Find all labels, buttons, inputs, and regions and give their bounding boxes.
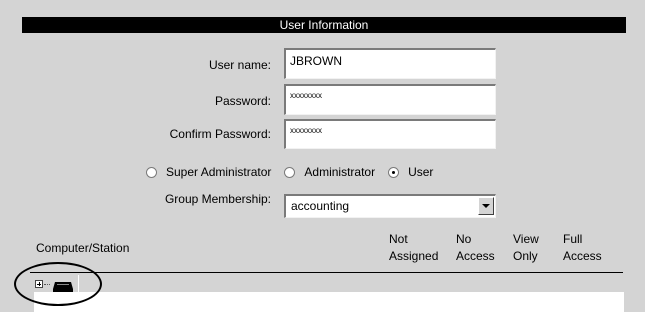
highlight-circle-annotation: [14, 262, 102, 306]
table-divider: [30, 272, 623, 273]
password-label: Password:: [214, 94, 271, 108]
group-membership-select[interactable]: accounting: [284, 194, 496, 218]
radio-unchecked-icon[interactable]: [146, 166, 157, 178]
column-header-computer-station: Computer/Station: [36, 241, 130, 255]
dropdown-arrow-icon[interactable]: [478, 197, 494, 215]
radio-label: User: [408, 165, 434, 179]
group-membership-value: accounting: [291, 199, 350, 213]
column-header-line2: Assigned: [389, 249, 439, 263]
column-header-line1: Full: [563, 232, 583, 246]
column-header-line2: Access: [563, 249, 602, 263]
user-information-panel: User Information User name: JBROWN Passw…: [0, 0, 645, 312]
group-membership-label: Group Membership:: [164, 192, 271, 206]
username-label: User name:: [208, 58, 271, 72]
confirm-password-field[interactable]: xxxxxxxx: [284, 119, 496, 149]
username-field[interactable]: JBROWN: [284, 48, 496, 79]
radio-user[interactable]: User: [388, 165, 433, 179]
column-header-line1: View: [513, 232, 539, 246]
column-header-full-access: Full Access: [563, 231, 602, 265]
column-header-line2: Access: [456, 249, 495, 263]
password-field[interactable]: xxxxxxxx: [284, 84, 496, 115]
column-header-view-only: View Only: [513, 231, 539, 265]
column-header-line2: Only: [513, 249, 538, 263]
radio-checked-icon[interactable]: [388, 166, 400, 178]
radio-super-administrator[interactable]: Super Administrator: [146, 165, 271, 179]
computer-station-list[interactable]: [34, 292, 624, 312]
radio-label: Administrator: [304, 165, 376, 179]
column-header-not-assigned: Not Assigned: [389, 231, 438, 265]
column-header-line1: No: [456, 232, 472, 246]
confirm-password-label: Confirm Password:: [169, 127, 271, 141]
radio-label: Super Administrator: [166, 165, 272, 179]
section-header: User Information: [22, 17, 626, 33]
section-title: User Information: [279, 18, 369, 32]
role-radio-group: Super Administrator Administrator User: [146, 165, 446, 179]
radio-administrator[interactable]: Administrator: [284, 165, 375, 179]
radio-unchecked-icon[interactable]: [284, 166, 296, 178]
column-header-line1: Not: [389, 232, 408, 246]
column-header-no-access: No Access: [456, 231, 495, 265]
